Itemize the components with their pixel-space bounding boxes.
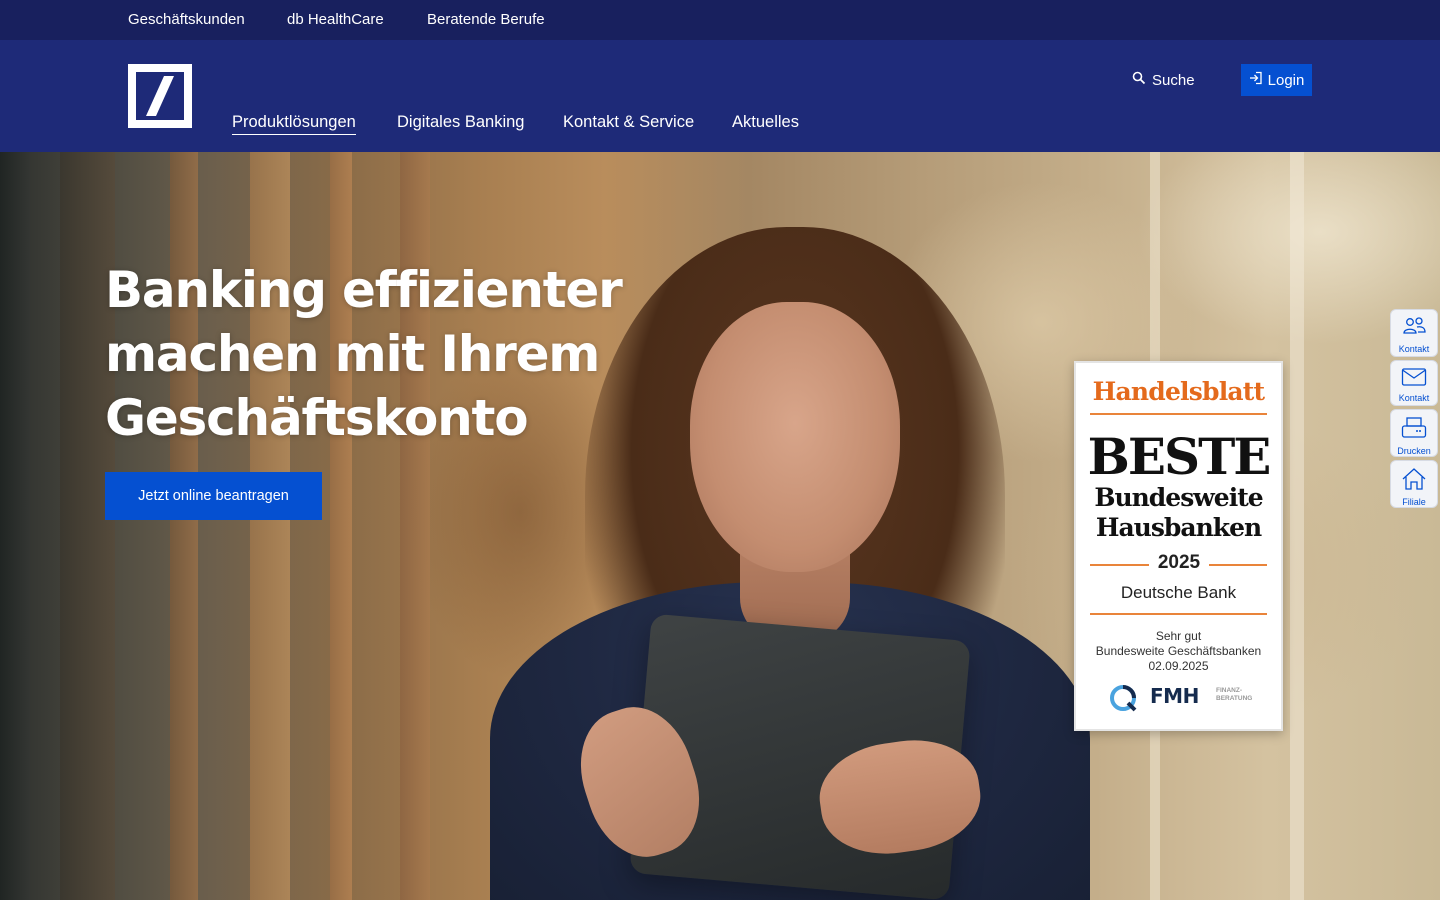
award-headline: BESTE bbox=[1087, 427, 1272, 486]
fmh-logo: FMH FINANZ- BERATUNG bbox=[1108, 683, 1258, 713]
search-label: Suche bbox=[1152, 71, 1195, 89]
apply-online-button[interactable]: Jetzt online beantragen bbox=[105, 472, 322, 520]
topbar-link-beratende-berufe[interactable]: Beratende Berufe bbox=[427, 11, 545, 28]
hero-section: Banking effizienter machen mit Ihrem Ges… bbox=[0, 152, 1440, 900]
top-utility-bar: Geschäftskunden db HealthCare Beratende … bbox=[0, 0, 1440, 40]
deutsche-bank-logo[interactable] bbox=[128, 64, 192, 128]
award-divider bbox=[1090, 613, 1267, 615]
hero-title-line-1: Banking effizienter bbox=[105, 261, 623, 319]
fmh-logo-text: FMH bbox=[1150, 684, 1199, 708]
login-label: Login bbox=[1267, 71, 1305, 89]
side-tool-label: Kontakt bbox=[1398, 344, 1430, 354]
award-date: 02.09.2025 bbox=[1148, 659, 1209, 673]
nav-digitales-banking[interactable]: Digitales Banking bbox=[397, 113, 525, 134]
side-tool-print[interactable]: Drucken bbox=[1390, 409, 1438, 457]
mail-icon bbox=[1401, 367, 1427, 392]
nav-produktloesungen[interactable]: Produktlösungen bbox=[232, 113, 356, 135]
side-tool-label: Filiale bbox=[1402, 497, 1426, 507]
fmh-logo-subtext: FINANZ- BERATUNG bbox=[1216, 687, 1253, 702]
search-button[interactable]: Suche bbox=[1132, 69, 1195, 91]
hero-title-line-2: machen mit Ihrem bbox=[105, 325, 600, 383]
award-line-2: Hausbanken bbox=[1095, 513, 1262, 542]
side-tool-label: Kontakt bbox=[1398, 393, 1430, 403]
nav-aktuelles[interactable]: Aktuelles bbox=[732, 113, 799, 134]
award-bank: Deutsche Bank bbox=[1120, 583, 1237, 602]
hero-title-line-3: Geschäftskonto bbox=[105, 389, 529, 447]
hero-title: Banking effizienter machen mit Ihrem Ges… bbox=[105, 258, 665, 450]
award-publisher: Handelsblatt bbox=[1092, 377, 1265, 406]
award-divider bbox=[1090, 413, 1267, 415]
award-line-1: Bundesweite bbox=[1094, 483, 1263, 512]
home-icon bbox=[1401, 467, 1427, 496]
award-category: Bundesweite Geschäftsbanken bbox=[1095, 644, 1262, 658]
side-tool-branch[interactable]: Filiale bbox=[1390, 460, 1438, 508]
award-year: 2025 bbox=[1149, 552, 1209, 574]
printer-icon bbox=[1401, 416, 1427, 445]
side-tool-label: Drucken bbox=[1397, 446, 1431, 456]
side-tool-contact-people[interactable]: Kontakt bbox=[1390, 309, 1438, 357]
login-button[interactable]: Login bbox=[1241, 64, 1312, 96]
people-icon bbox=[1402, 316, 1426, 343]
award-rating: Sehr gut bbox=[1155, 629, 1202, 643]
handelsblatt-award-badge: Handelsblatt BESTE Bundesweite Hausbanke… bbox=[1074, 361, 1283, 731]
nav-kontakt-service[interactable]: Kontakt & Service bbox=[563, 113, 694, 134]
topbar-link-geschaeftskunden[interactable]: Geschäftskunden bbox=[128, 11, 245, 28]
search-icon bbox=[1132, 71, 1146, 89]
main-header: Produktlösungen Digitales Banking Kontak… bbox=[0, 40, 1440, 152]
login-icon bbox=[1249, 71, 1263, 89]
topbar-link-db-healthcare[interactable]: db HealthCare bbox=[287, 11, 384, 28]
side-tool-contact-mail[interactable]: Kontakt bbox=[1390, 360, 1438, 406]
